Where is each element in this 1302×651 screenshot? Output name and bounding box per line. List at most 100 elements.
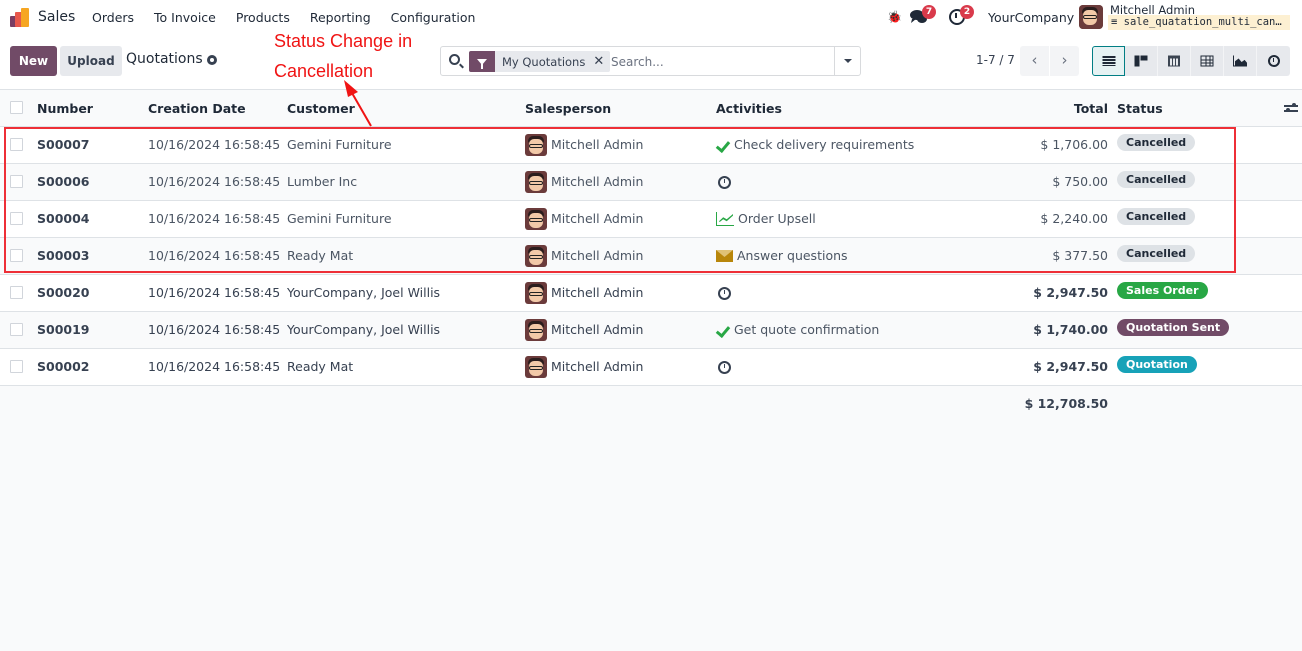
view-kanban-button[interactable] xyxy=(1125,46,1158,76)
order-number[interactable]: S00019 xyxy=(37,312,90,348)
check-icon[interactable] xyxy=(716,325,730,336)
order-total: $ 377.50 xyxy=(1052,248,1108,263)
activity-summary: Get quote confirmation xyxy=(734,322,880,337)
search-options-toggle-chevron-down-icon[interactable] xyxy=(834,47,860,75)
menu-reporting[interactable]: Reporting xyxy=(310,10,371,25)
menu-orders[interactable]: Orders xyxy=(92,10,134,25)
column-salesperson[interactable]: Salesperson xyxy=(525,90,611,126)
activity[interactable]: Order Upsell xyxy=(716,201,816,237)
table-row[interactable]: S00019 10/16/2024 16:58:45 YourCompany, Jo… xyxy=(0,312,1302,349)
messages-button[interactable]: 7 xyxy=(910,5,936,25)
table-row[interactable]: S00002 10/16/2024 16:58:45 Ready Mat Mitche… xyxy=(0,349,1302,386)
column-total[interactable]: Total xyxy=(1074,90,1108,126)
order-number[interactable]: S00007 xyxy=(37,127,90,163)
upload-button[interactable]: Upload xyxy=(60,46,122,76)
column-status[interactable]: Status xyxy=(1117,90,1163,126)
order-number[interactable]: S00004 xyxy=(37,201,90,237)
status-badge: Cancelled xyxy=(1117,171,1196,188)
optional-columns-sliders-icon[interactable] xyxy=(1284,102,1298,114)
view-list-button[interactable] xyxy=(1092,46,1125,76)
table-header: Number Creation Date Customer Salesperso… xyxy=(0,90,1302,127)
status-cell: Quotation Sent xyxy=(1117,312,1230,348)
column-activities[interactable]: Activities xyxy=(716,90,782,126)
pager-value[interactable]: 1-7 / 7 xyxy=(976,53,1015,67)
row-checkbox[interactable] xyxy=(10,138,23,151)
table-row[interactable]: S00006 10/16/2024 16:58:45 Lumber Inc Mitch… xyxy=(0,164,1302,201)
salesperson-avatar[interactable] xyxy=(525,171,547,193)
view-graph-button[interactable] xyxy=(1224,46,1257,76)
salesperson: Mitchell Admin xyxy=(525,164,643,200)
menu-products[interactable]: Products xyxy=(236,10,290,25)
control-panel: New Upload Quotations My Quotations ✕ 1-… xyxy=(0,36,1302,90)
salesperson-name: Mitchell Admin xyxy=(551,211,644,226)
column-number[interactable]: Number xyxy=(37,90,93,126)
company-switcher[interactable]: YourCompany xyxy=(988,10,1074,25)
menu-configuration[interactable]: Configuration xyxy=(391,10,476,25)
order-total: $ 750.00 xyxy=(1052,174,1108,189)
gear-icon[interactable] xyxy=(207,55,217,65)
clock-icon[interactable] xyxy=(718,360,731,374)
salesperson-avatar[interactable] xyxy=(525,208,547,230)
activity[interactable] xyxy=(716,164,735,200)
table-row[interactable]: S00003 10/16/2024 16:58:45 Ready Mat Mitche… xyxy=(0,238,1302,275)
view-pivot-button[interactable] xyxy=(1191,46,1224,76)
table-row[interactable]: S00007 10/16/2024 16:58:45 Gemini Furnitur… xyxy=(0,127,1302,164)
salesperson-avatar[interactable] xyxy=(525,319,547,341)
salesperson-avatar[interactable] xyxy=(525,282,547,304)
activity-summary: Answer questions xyxy=(737,248,848,263)
salesperson-name: Mitchell Admin xyxy=(551,174,644,189)
envelope-icon[interactable] xyxy=(716,250,733,262)
activity[interactable]: Answer questions xyxy=(716,238,848,274)
table-row[interactable]: S00004 10/16/2024 16:58:45 Gemini Furnitur… xyxy=(0,201,1302,238)
clock-icon[interactable] xyxy=(718,286,731,300)
line-chart-icon[interactable] xyxy=(716,212,734,226)
row-checkbox[interactable] xyxy=(10,286,23,299)
user-avatar[interactable] xyxy=(1079,5,1103,29)
activity-view-icon xyxy=(1267,55,1280,67)
remove-facet-close-icon[interactable]: ✕ xyxy=(593,54,610,69)
salesperson: Mitchell Admin xyxy=(525,238,643,274)
creation-date: 10/16/2024 16:58:45 xyxy=(148,322,281,337)
salesperson-name: Mitchell Admin xyxy=(551,359,644,374)
salesperson-avatar[interactable] xyxy=(525,356,547,378)
row-checkbox[interactable] xyxy=(10,323,23,336)
customer: YourCompany, Joel Willis xyxy=(287,285,441,300)
debug-bug-icon[interactable]: 🐞 xyxy=(887,10,902,24)
clock-icon[interactable] xyxy=(718,175,731,189)
new-button[interactable]: New xyxy=(10,46,57,76)
pager-next-button[interactable]: › xyxy=(1050,46,1079,76)
row-checkbox[interactable] xyxy=(10,360,23,373)
table-row[interactable]: S00020 10/16/2024 16:58:45 YourCompany, Jo… xyxy=(0,275,1302,312)
order-number[interactable]: S00002 xyxy=(37,349,90,385)
sales-app-logo-icon[interactable] xyxy=(10,8,30,27)
view-calendar-button[interactable] xyxy=(1158,46,1191,76)
row-checkbox[interactable] xyxy=(10,249,23,262)
order-number[interactable]: S00006 xyxy=(37,164,90,200)
activity[interactable]: Get quote confirmation xyxy=(716,312,879,348)
check-icon[interactable] xyxy=(716,140,730,151)
salesperson-avatar[interactable] xyxy=(525,134,547,156)
select-all-checkbox[interactable] xyxy=(10,101,23,114)
activity[interactable] xyxy=(716,349,735,385)
view-activity-button[interactable] xyxy=(1257,46,1290,76)
activity[interactable] xyxy=(716,275,735,311)
menu-to-invoice[interactable]: To Invoice xyxy=(154,10,216,25)
row-checkbox[interactable] xyxy=(10,175,23,188)
creation-date: 10/16/2024 16:58:45 xyxy=(148,174,281,189)
order-number[interactable]: S00020 xyxy=(37,275,90,311)
status-badge: Quotation Sent xyxy=(1117,319,1230,336)
column-customer[interactable]: Customer xyxy=(287,90,355,126)
salesperson-avatar[interactable] xyxy=(525,245,547,267)
app-name[interactable]: Sales xyxy=(38,9,75,25)
search-input[interactable] xyxy=(611,52,831,72)
customer: Ready Mat xyxy=(287,248,354,263)
column-creation-date[interactable]: Creation Date xyxy=(148,90,246,126)
row-checkbox[interactable] xyxy=(10,212,23,225)
salesperson: Mitchell Admin xyxy=(525,127,643,163)
activity[interactable]: Check delivery requirements xyxy=(716,127,914,163)
search-icon[interactable] xyxy=(449,54,460,65)
pager-previous-button[interactable]: ‹ xyxy=(1020,46,1049,76)
customer: Gemini Furniture xyxy=(287,137,392,152)
order-number[interactable]: S00003 xyxy=(37,238,90,274)
activity-summary: Check delivery requirements xyxy=(734,137,915,152)
